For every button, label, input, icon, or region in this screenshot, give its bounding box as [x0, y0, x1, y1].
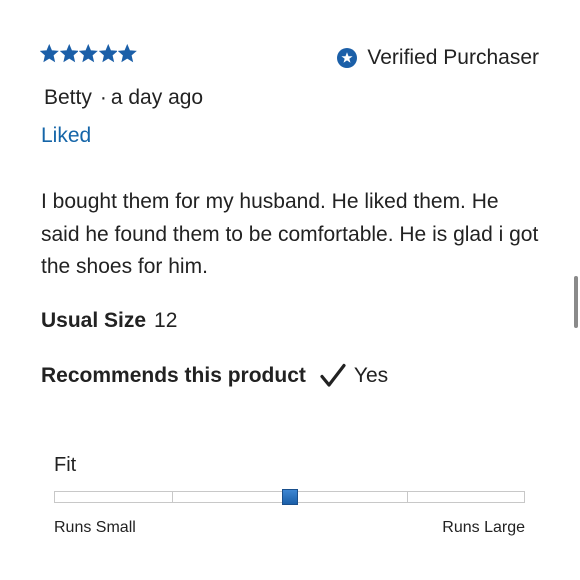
recommends-label: Recommends this product	[41, 364, 306, 387]
verified-badge-icon	[337, 48, 358, 68]
fit-scale-marker	[281, 489, 298, 505]
review-time: a day ago	[110, 86, 204, 109]
review-status: Liked	[41, 124, 92, 147]
fit-label: Fit	[54, 454, 77, 476]
author-name: Betty	[44, 86, 92, 109]
meta-separator: ·	[99, 86, 107, 109]
usual-size-value: 12	[154, 309, 178, 332]
checkmark-icon	[320, 363, 346, 387]
fit-max-label: Runs Large	[442, 519, 525, 536]
fit-min-label: Runs Small	[54, 519, 136, 536]
star-icon	[79, 44, 98, 63]
verified-purchaser-label: Verified Purchaser	[367, 46, 539, 69]
star-icon	[40, 44, 59, 63]
review-text: I bought them for my husband. He liked t…	[41, 190, 539, 278]
fit-scale-divider	[406, 492, 408, 502]
recommends-row: Recommends this product Yes	[41, 363, 388, 389]
star-icon	[98, 44, 117, 63]
review-meta: Betty · a day ago	[44, 86, 203, 110]
recommends-value: Yes	[353, 364, 389, 387]
fit-scale-divider	[172, 492, 174, 502]
star-icon	[59, 44, 78, 63]
usual-size-label: Usual Size	[41, 309, 147, 332]
verified-purchaser-badge: Verified Purchaser	[337, 46, 539, 70]
scrollbar-thumb[interactable]	[574, 276, 578, 328]
star-rating	[40, 44, 137, 63]
star-icon	[118, 44, 137, 63]
usual-size-row: Usual Size 12	[41, 309, 177, 333]
